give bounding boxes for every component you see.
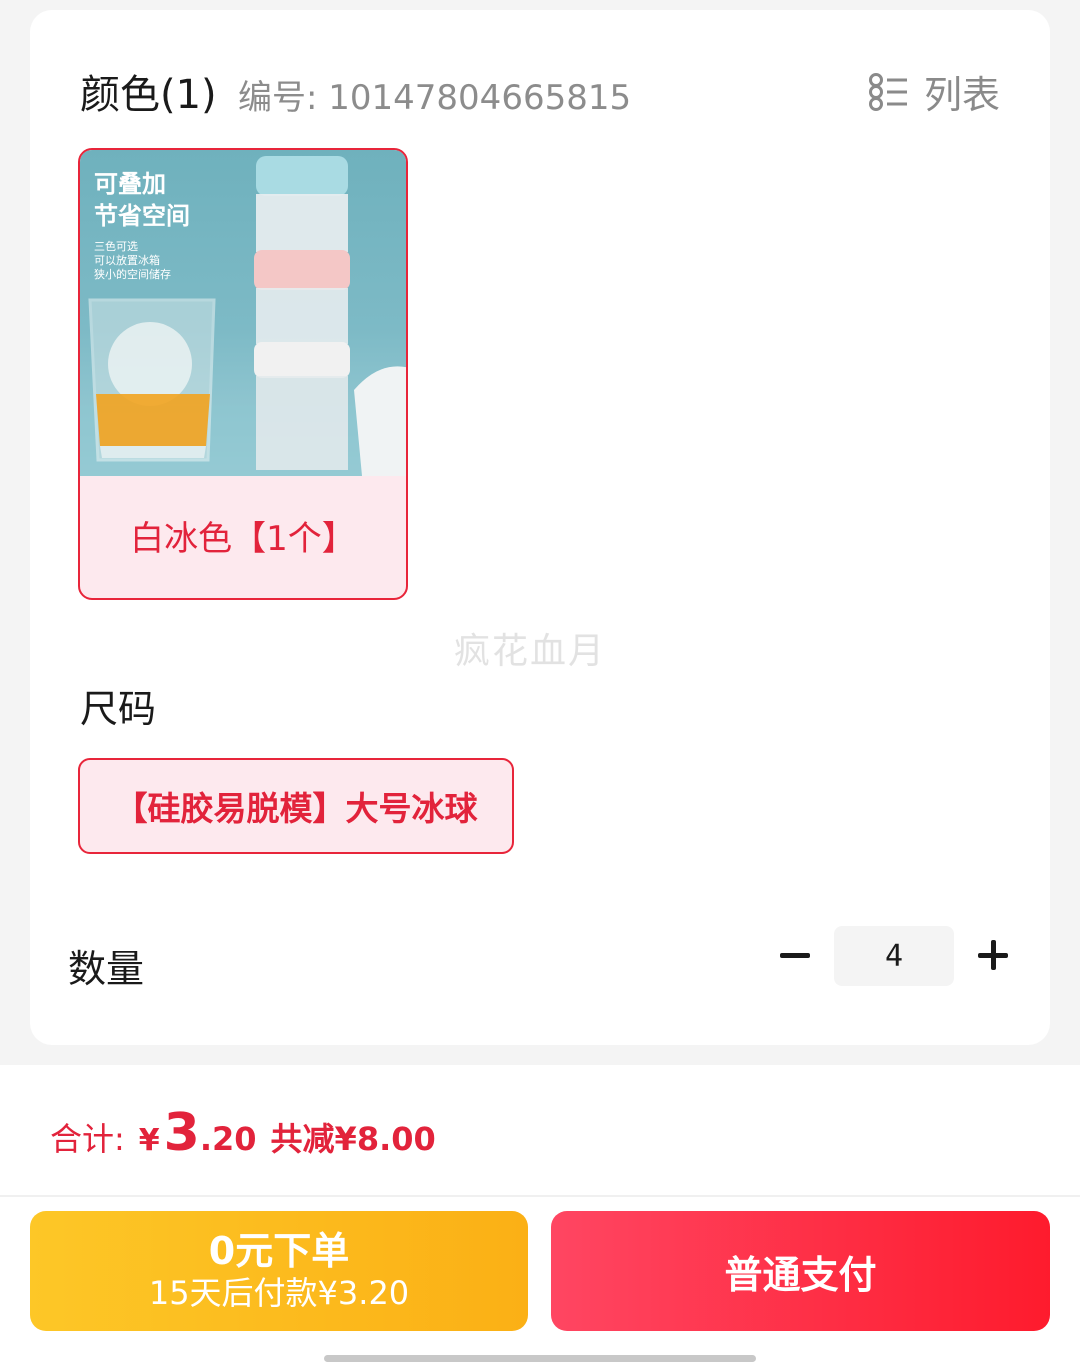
list-toggle-label: 列表: [923, 73, 1000, 117]
sku-selection-card: 颜色(1) 编号: 10147804665815 列表 可叠加 节省空间 三色可…: [30, 10, 1050, 1045]
price-integer: 3: [163, 1103, 200, 1163]
discount-amount: 共减¥8.00: [270, 1120, 436, 1158]
normal-pay-button[interactable]: 普通支付: [551, 1211, 1050, 1331]
home-indicator[interactable]: [324, 1355, 756, 1362]
size-option-large-ice-ball[interactable]: 【硅胶易脱模】大号冰球: [78, 758, 514, 854]
total-label: 合计:: [50, 1120, 125, 1158]
color-section-title: 颜色(1): [80, 72, 217, 118]
list-icon: [868, 71, 910, 113]
image-heading-2: 节省空间: [94, 202, 190, 230]
watermark: 疯花血月: [454, 631, 607, 672]
sku-number: 编号: 10147804665815: [238, 78, 632, 118]
quantity-decrease-button[interactable]: [778, 936, 812, 974]
zero-order-subtitle: 15天后付款¥3.20: [148, 1274, 410, 1312]
quantity-increase-button[interactable]: [976, 936, 1012, 974]
size-section-title: 尺码: [80, 687, 157, 731]
image-heading-1: 可叠加: [94, 170, 166, 198]
checkout-bar: 合计: ¥ 3 .20 共减¥8.00 0元下单 15天后付款¥3.20 普通支…: [0, 1065, 1080, 1367]
color-option-label: 白冰色【1个】: [130, 519, 356, 559]
price-decimal: .20: [199, 1120, 257, 1158]
quantity-title: 数量: [68, 947, 145, 991]
total-price-row: 合计: ¥ 3 .20 共减¥8.00: [50, 1103, 436, 1163]
list-view-toggle[interactable]: 列表: [868, 64, 1000, 119]
image-caption-3: 狭小的空间储存: [94, 268, 171, 281]
product-image: 可叠加 节省空间 三色可选 可以放置冰箱 狭小的空间储存: [80, 150, 406, 476]
quantity-input[interactable]: 4: [834, 926, 954, 986]
currency-symbol: ¥: [138, 1123, 160, 1158]
zero-down-order-button[interactable]: 0元下单 15天后付款¥3.20: [30, 1211, 528, 1331]
color-option-white-ice[interactable]: 可叠加 节省空间 三色可选 可以放置冰箱 狭小的空间储存 白冰色【1个】: [78, 148, 408, 600]
zero-order-title: 0元下单: [208, 1229, 350, 1273]
divider: [0, 1195, 1080, 1197]
